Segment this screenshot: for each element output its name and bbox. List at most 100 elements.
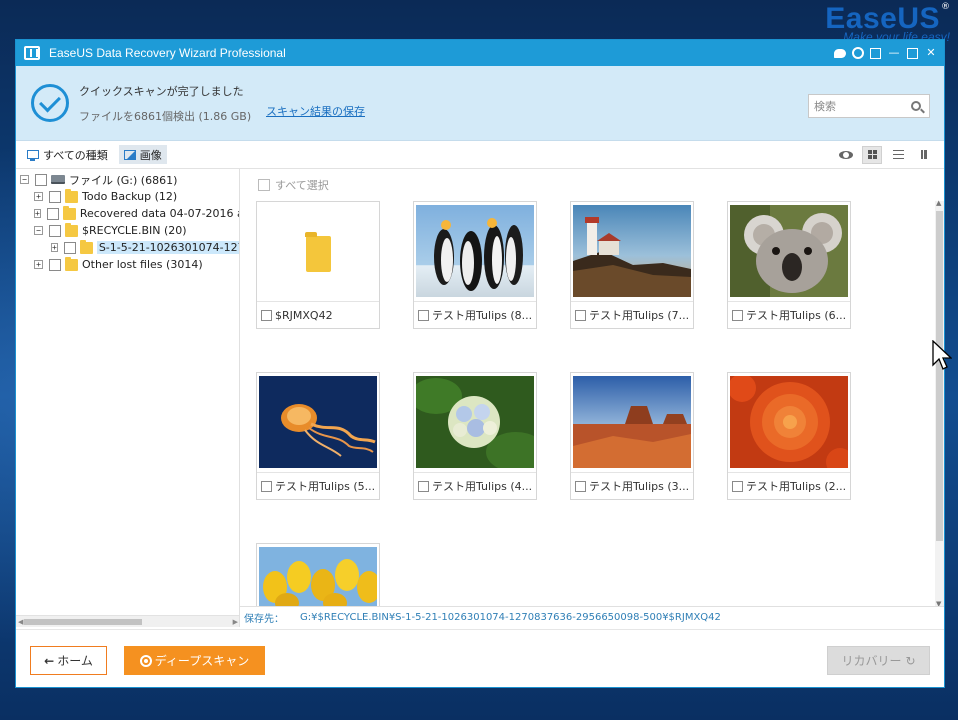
file-checkbox[interactable] [575,309,586,321]
tree-node-drive[interactable]: − ファイル (G:) (6861) [16,171,239,188]
maximize-icon[interactable] [907,47,918,59]
file-tile[interactable]: テスト用Tulips (5... [256,372,380,500]
expand-toggle[interactable]: + [34,209,41,218]
recover-icon: ↻ [905,653,916,668]
tree-horizontal-scrollbar[interactable]: ◀ ▶ [16,615,239,627]
file-tile[interactable]: テスト用Tulips (8... [413,201,537,329]
collapse-toggle[interactable]: − [20,175,29,184]
list-view-button[interactable] [888,146,908,164]
thumbnail-view-button[interactable] [862,145,882,164]
scroll-up-arrow-icon[interactable]: ▲ [936,199,941,207]
file-tile[interactable]: テスト用Tulips (6... [727,201,851,329]
tree-checkbox[interactable] [49,258,61,271]
file-tile-caption: テスト用Tulips (2... [728,472,850,499]
file-name: $RJMXQ42 [275,308,333,322]
file-name: テスト用Tulips (7... [589,309,690,322]
file-checkbox[interactable] [575,480,586,492]
chrysanthemum-thumbnail [730,376,848,468]
expand-toggle[interactable]: + [51,243,58,252]
account-icon[interactable] [852,47,864,59]
file-tile[interactable]: テスト用Tulips (2... [727,372,851,500]
scan-complete-title: クイックスキャンが完了しました [79,84,244,98]
grid-vertical-scrollbar[interactable]: ▲ ▼ [935,199,944,608]
tree-node-other-lost-files[interactable]: + Other lost files (3014) [16,256,239,273]
folder-icon [62,205,76,220]
file-checkbox[interactable] [261,480,272,492]
folder-thumbnail [259,205,377,297]
scrollbar-thumb[interactable] [936,211,943,541]
tree-node-recycle-bin[interactable]: − $RECYCLE.BIN (20) [16,222,239,239]
folder-icon [65,222,78,237]
files-found-summary: ファイルを6861個検出 (1.86 GB) [79,109,252,123]
tab-images[interactable]: 画像 [118,145,167,164]
scrollbar-thumb[interactable] [24,619,142,625]
bottom-action-bar: ← ホーム ディープスキャン リカバリー ↻ [16,629,944,687]
deep-scan-button[interactable]: ディープスキャン [124,646,265,675]
title-bar: EaseUS Data Recovery Wizard Professional… [16,40,944,66]
file-checkbox[interactable] [261,309,272,321]
scan-status-panel: クイックスキャンが完了しました ファイルを6861個検出 (1.86 GB) ス… [16,66,944,141]
tree-node-sid-folder[interactable]: + S-1-5-21-1026301074-127083 [16,239,239,256]
desert-thumbnail [573,376,691,468]
tree-node-label: S-1-5-21-1026301074-127083 [96,241,239,254]
filter-toolbar: すべての種類 画像 [16,141,944,169]
lighthouse-thumbnail [573,205,691,297]
detail-view-button[interactable] [914,146,934,164]
tree-node-recovered-data[interactable]: + Recovered data 04-07-2016 at 15 [16,205,239,222]
home-button[interactable]: ← ホーム [30,646,107,675]
file-tile-caption: テスト用Tulips (8... [414,301,536,328]
grid-view-icon [867,150,877,159]
recover-button[interactable]: リカバリー ↻ [827,646,930,675]
search-icon[interactable] [911,101,921,111]
feedback-icon[interactable] [834,49,846,58]
file-tile[interactable]: テスト用Tulips (3... [570,372,694,500]
scroll-right-arrow-icon[interactable]: ▶ [233,618,238,626]
settings-icon[interactable] [870,47,881,59]
file-checkbox[interactable] [418,480,429,492]
file-checkbox[interactable] [732,309,743,321]
expand-toggle[interactable]: + [34,192,43,201]
tree-checkbox[interactable] [63,241,76,254]
tree-checkbox[interactable] [35,173,47,186]
file-tile[interactable]: テスト用Tulips (4... [413,372,537,500]
file-name: テスト用Tulips (4... [432,480,533,493]
file-checkbox[interactable] [418,309,429,321]
tree-checkbox[interactable] [49,224,61,237]
scroll-left-arrow-icon[interactable]: ◀ [18,618,23,626]
file-name: テスト用Tulips (8... [432,309,533,322]
drive-icon [51,175,65,184]
tree-checkbox[interactable] [46,207,59,220]
easeus-watermark-logo: EaseUS® Make your life easy! [825,2,950,44]
penguins-thumbnail [416,205,534,297]
folder-icon [65,188,78,203]
search-input[interactable] [814,99,911,113]
tree-node-label: $RECYCLE.BIN (20) [82,224,187,237]
collapse-toggle[interactable]: − [34,226,43,235]
file-tile[interactable]: $RJMXQ42 [256,201,380,329]
home-button-label: ホーム [57,654,93,668]
file-tile[interactable]: テスト用Tulips (7... [570,201,694,329]
file-checkbox[interactable] [732,480,743,492]
search-box[interactable] [808,94,930,118]
save-scan-results-link[interactable]: スキャン結果の保存 [266,103,365,119]
hydrangeas-thumbnail [416,376,534,468]
folder-icon [305,232,331,272]
tulips-thumbnail [259,547,377,607]
folder-icon [79,239,93,254]
select-all-row[interactable]: すべて選択 [240,169,944,201]
file-name: テスト用Tulips (3... [589,480,690,493]
tree-node-label: Recovered data 04-07-2016 at 15 [79,207,239,220]
tree-checkbox[interactable] [49,190,61,203]
minimize-icon[interactable]: — [887,46,901,60]
close-icon[interactable]: ✕ [924,46,938,60]
target-icon [139,654,152,667]
expand-toggle[interactable]: + [34,260,43,269]
jellyfish-thumbnail [259,376,377,468]
tab-all-types[interactable]: すべての種類 [22,145,113,164]
file-tile-caption: テスト用Tulips (3... [571,472,693,499]
select-all-checkbox[interactable] [258,179,270,191]
preview-button[interactable] [836,146,856,164]
view-mode-switcher [836,145,934,164]
file-tile[interactable] [256,543,380,607]
tree-node-todo-backup[interactable]: + Todo Backup (12) [16,188,239,205]
